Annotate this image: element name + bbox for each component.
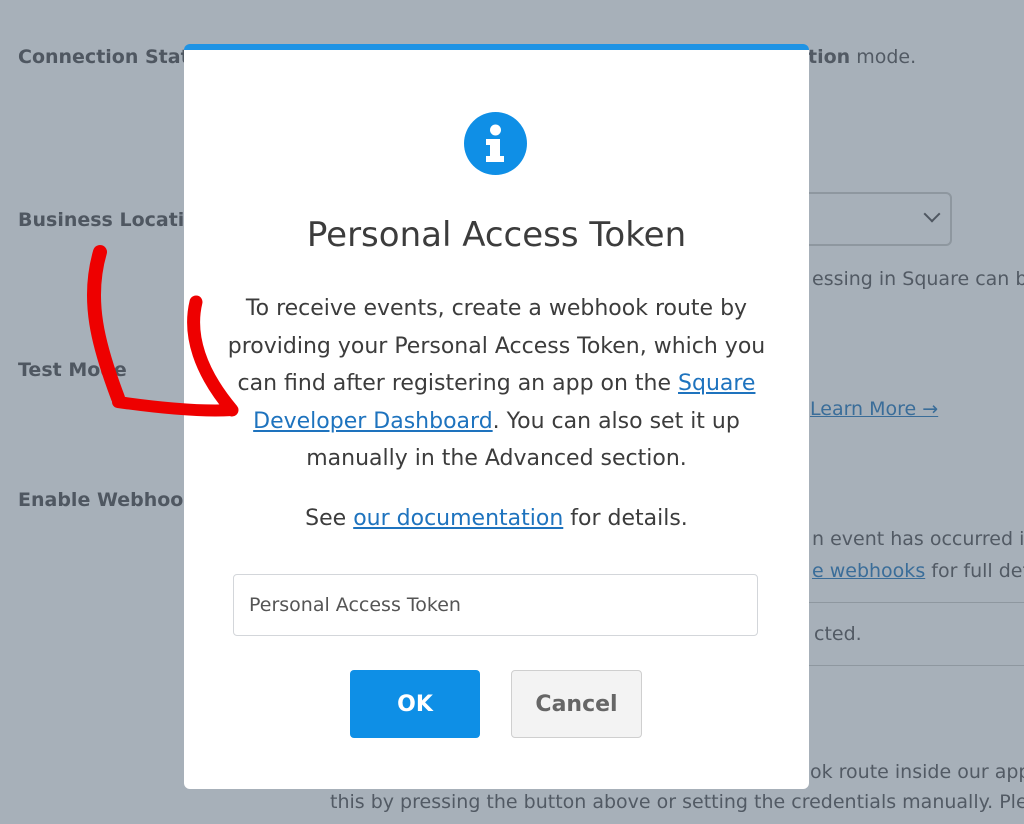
enable-webhooks-label: Enable Webhook xyxy=(18,489,196,511)
dialog-note: See our documentation for details. xyxy=(184,506,809,531)
business-location-select[interactable] xyxy=(790,192,952,246)
chevron-down-icon xyxy=(923,205,941,223)
webhooks-help-text: n event has occurred i xyxy=(812,528,1024,550)
bottom-help-line2: this by pressing the button above or set… xyxy=(330,791,1024,813)
cancel-button[interactable]: Cancel xyxy=(511,670,642,738)
business-location-label: Business Location xyxy=(18,209,211,231)
dialog-body: To receive events, create a webhook rout… xyxy=(224,290,769,478)
webhooks-field-text: cted. xyxy=(814,623,862,645)
info-glyph xyxy=(486,124,504,162)
personal-access-token-input[interactable] xyxy=(233,574,758,636)
webhooks-help-line2: e webhooks for full det xyxy=(812,560,1024,582)
connection-status-suffix: mode. xyxy=(850,46,917,68)
connection-status-label: Connection Statu xyxy=(18,46,204,68)
personal-access-token-dialog: Personal Access Token To receive events,… xyxy=(184,44,809,789)
business-location-help: essing in Square can b xyxy=(812,268,1024,290)
test-mode-label: Test Mode xyxy=(18,359,127,381)
ok-button[interactable]: OK xyxy=(350,670,480,738)
bottom-help-line1: ok route inside our app xyxy=(810,761,1024,783)
webhooks-help-suffix: for full det xyxy=(925,560,1024,582)
webhooks-docs-link[interactable]: e webhooks xyxy=(812,560,925,582)
connection-status-mode: tion xyxy=(808,46,851,68)
dialog-title: Personal Access Token xyxy=(306,215,687,255)
info-icon xyxy=(464,112,527,175)
connection-status-text: tion mode. xyxy=(808,46,916,68)
dialog-note-suffix: for details. xyxy=(563,506,688,531)
learn-more-link[interactable]: Learn More → xyxy=(810,398,938,420)
dialog-note-prefix: See xyxy=(305,506,354,531)
documentation-link[interactable]: our documentation xyxy=(353,506,563,531)
